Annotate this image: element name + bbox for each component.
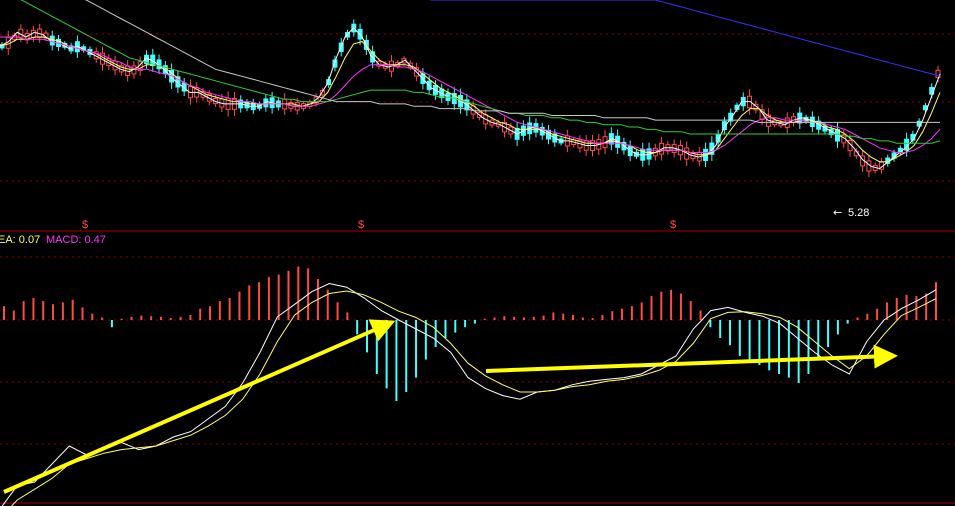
low-price-marker: ← 5.28 [833, 206, 869, 219]
low-price-arrow: ← [833, 206, 842, 219]
event-marker: $ [670, 219, 676, 231]
event-marker: $ [82, 219, 88, 231]
event-marker: $ [358, 219, 364, 231]
dea-label: EA: 0.07 [0, 234, 40, 246]
macd-label: MACD: 0.47 [46, 234, 106, 246]
macd-header: EA: 0.07 MACD: 0.47 [0, 234, 106, 246]
low-price-label: 5.28 [848, 207, 869, 219]
stock-chart: $ $ $ ← 5.28 EA: 0.07 MACD: 0.47 [0, 0, 955, 506]
